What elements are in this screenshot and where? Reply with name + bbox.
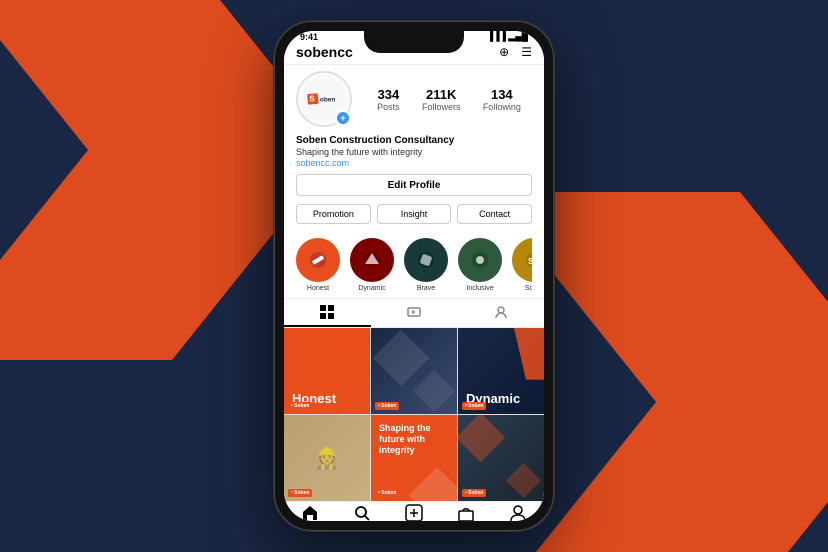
post-shaping[interactable]: Shaping the future with integrity • Sobe…: [371, 415, 457, 501]
nav-new-post[interactable]: [403, 502, 425, 521]
status-icons: ▐▐▐ ▂▄█: [487, 31, 528, 42]
highlight-circle-dynamic: [350, 238, 394, 282]
followers-label: Followers: [422, 102, 461, 112]
highlight-honest[interactable]: Honest: [296, 238, 340, 292]
tagged-view-tab[interactable]: [457, 299, 544, 327]
soben-badge-4: • Soben: [288, 489, 312, 497]
soben-badge-5: • Soben: [375, 489, 399, 497]
nav-shop[interactable]: [455, 502, 477, 521]
post-workers[interactable]: 👷 • Soben: [284, 415, 370, 501]
soben-badge-6: • Soben: [462, 489, 486, 497]
avatar-plus-button[interactable]: +: [335, 110, 351, 126]
svg-text:S: S: [309, 94, 315, 103]
nav-profile[interactable]: [507, 502, 529, 521]
insight-tab[interactable]: Insight: [377, 204, 452, 224]
svg-text:SCC: SCC: [528, 257, 532, 266]
highlight-label-inclusive: Inclusive: [466, 285, 493, 292]
posts-count: 334: [377, 87, 400, 102]
post-dynamic[interactable]: Dynamic • Soben: [458, 328, 544, 414]
soben-badge-3: • Soben: [462, 402, 486, 410]
header-icons: ⊕ ☰: [499, 45, 532, 59]
menu-icon[interactable]: ☰: [521, 45, 532, 59]
profile-name: Soben Construction Consultancy: [296, 135, 532, 146]
phone-screen: 9:41 ▐▐▐ ▂▄█ sobencc ⊕ ☰: [284, 31, 544, 521]
highlight-circle-sob: SCC: [512, 238, 532, 282]
stat-followers: 211K Followers: [422, 87, 461, 112]
profile-bio: Shaping the future with integrity: [296, 147, 532, 157]
highlight-dynamic[interactable]: Dynamic: [350, 238, 394, 292]
highlight-brave[interactable]: Brave: [404, 238, 448, 292]
following-count: 134: [483, 87, 521, 102]
posts-label: Posts: [377, 102, 400, 112]
highlight-label-honest: Honest: [307, 285, 329, 292]
highlights-row: Honest Dynamic Brave: [296, 238, 532, 292]
nav-search[interactable]: [351, 502, 373, 521]
profile-avatar[interactable]: S oben +: [296, 71, 352, 127]
reels-view-tab[interactable]: [371, 299, 458, 327]
ig-username: sobencc: [296, 44, 353, 60]
following-label: Following: [483, 102, 521, 112]
profile-tabs: Promotion Insight Contact: [296, 204, 532, 224]
phone-notch: [364, 31, 464, 53]
profile-stats-row: S oben + 334 Posts: [296, 71, 532, 127]
stat-posts: 334 Posts: [377, 87, 400, 112]
highlight-label-sob: Sob...: [525, 285, 532, 292]
posts-grid: Honest • Soben • Soben Dynamic • Soben: [284, 328, 544, 501]
stat-following: 134 Following: [483, 87, 521, 112]
soben-badge-2: • Soben: [375, 402, 399, 410]
instagram-screen: 9:41 ▐▐▐ ▂▄█ sobencc ⊕ ☰: [284, 31, 544, 521]
post-shaping-text: Shaping the future with integrity: [379, 423, 449, 455]
followers-count: 211K: [422, 87, 461, 102]
highlight-circle-inclusive: [458, 238, 502, 282]
promotion-tab[interactable]: Promotion: [296, 204, 371, 224]
highlight-circle-brave: [404, 238, 448, 282]
highlight-label-dynamic: Dynamic: [358, 285, 385, 292]
post-geo[interactable]: • Soben: [458, 415, 544, 501]
soben-logo-svg: S oben: [306, 89, 342, 109]
soben-badge-1: • Soben: [288, 402, 312, 410]
highlight-label-brave: Brave: [417, 285, 435, 292]
stats-container: 334 Posts 211K Followers 134 Following: [366, 87, 532, 112]
bottom-nav: [284, 501, 544, 521]
highlight-inclusive[interactable]: Inclusive: [458, 238, 502, 292]
profile-link[interactable]: sobencc.com: [296, 158, 532, 168]
profile-section: S oben + 334 Posts: [284, 65, 544, 232]
svg-text:oben: oben: [320, 96, 336, 103]
post-dark[interactable]: • Soben: [371, 328, 457, 414]
add-icon[interactable]: ⊕: [499, 45, 509, 59]
phone-wrapper: 9:41 ▐▐▐ ▂▄█ sobencc ⊕ ☰: [274, 21, 554, 531]
highlight-sob[interactable]: SCC Sob...: [512, 238, 532, 292]
nav-home[interactable]: [299, 502, 321, 521]
profile-actions: Edit Profile: [296, 174, 532, 196]
highlight-circle-honest: [296, 238, 340, 282]
post-honest[interactable]: Honest • Soben: [284, 328, 370, 414]
contact-tab[interactable]: Contact: [457, 204, 532, 224]
status-time: 9:41: [300, 32, 318, 42]
phone-frame: 9:41 ▐▐▐ ▂▄█ sobencc ⊕ ☰: [274, 21, 554, 531]
edit-profile-button[interactable]: Edit Profile: [296, 174, 532, 196]
grid-view-tab[interactable]: [284, 299, 371, 327]
highlights-section: Honest Dynamic Brave: [284, 232, 544, 299]
view-tabs: [284, 299, 544, 328]
